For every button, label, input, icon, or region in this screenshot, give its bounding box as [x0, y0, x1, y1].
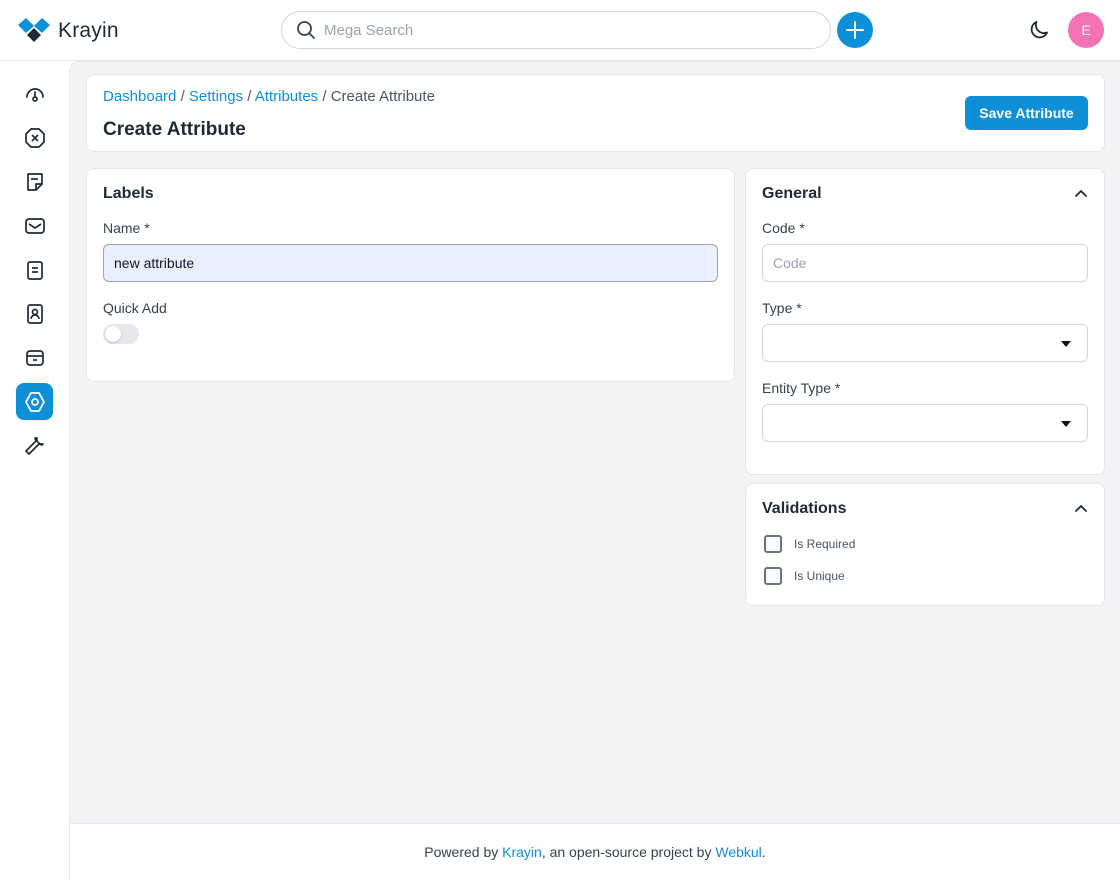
- sidebar-item-quotes[interactable]: [16, 163, 53, 200]
- moon-icon: [1030, 21, 1048, 39]
- page-header: Dashboard / Settings / Attributes / Crea…: [86, 74, 1105, 152]
- search-input[interactable]: [324, 21, 804, 39]
- breadcrumb-separator: /: [180, 88, 185, 105]
- mega-search[interactable]: [281, 11, 831, 49]
- user-avatar[interactable]: E: [1068, 12, 1104, 48]
- footer: Powered by Krayin, an open-source projec…: [69, 823, 1120, 880]
- type-select[interactable]: [762, 324, 1088, 362]
- sidebar-item-mail[interactable]: [16, 207, 53, 244]
- wrench-icon: [24, 436, 44, 455]
- quick-add-toggle[interactable]: [103, 324, 139, 344]
- app-logo[interactable]: Krayin: [18, 18, 119, 44]
- footer-prefix: Powered by: [424, 844, 499, 860]
- entity-type-label: Entity Type *: [762, 380, 841, 396]
- quotes-icon: [26, 172, 43, 191]
- general-title: General: [762, 185, 822, 202]
- sidebar-item-configuration[interactable]: [16, 427, 53, 464]
- leads-icon: [24, 127, 45, 148]
- products-icon: [25, 349, 44, 366]
- sidebar: [0, 61, 70, 880]
- avatar-initial: E: [1081, 22, 1091, 38]
- footer-middle: , an open-source project by: [541, 844, 712, 860]
- page-title: Create Attribute: [103, 119, 246, 140]
- footer-webkul-link[interactable]: Webkul: [715, 844, 761, 860]
- footer-suffix: .: [761, 844, 766, 860]
- footer-krayin-link[interactable]: Krayin: [502, 844, 542, 860]
- entity-type-select[interactable]: [762, 404, 1088, 442]
- validations-title: Validations: [762, 500, 847, 517]
- breadcrumb-current: Create Attribute: [330, 88, 435, 105]
- dashboard-icon: [25, 87, 44, 102]
- quick-add-label: Quick Add: [103, 300, 167, 316]
- caret-down-icon: [1061, 421, 1071, 427]
- breadcrumb: Dashboard / Settings / Attributes / Crea…: [103, 88, 435, 105]
- settings-icon: [24, 391, 45, 412]
- save-attribute-button[interactable]: Save Attribute: [965, 96, 1088, 130]
- plus-icon: [846, 21, 864, 39]
- is-required-row[interactable]: Is Required: [764, 535, 855, 553]
- sidebar-item-leads[interactable]: [16, 119, 53, 156]
- validations-panel: Validations Is Required Is Unique: [745, 483, 1105, 606]
- chevron-up-icon[interactable]: [1074, 188, 1088, 198]
- general-panel: General Code * Type * Entity Type *: [745, 168, 1105, 475]
- chevron-up-icon[interactable]: [1074, 503, 1088, 513]
- labels-panel: Labels Name * Quick Add: [86, 168, 735, 382]
- is-unique-label: Is Unique: [794, 569, 845, 583]
- is-required-label: Is Required: [794, 537, 856, 551]
- is-required-checkbox[interactable]: [764, 535, 782, 553]
- breadcrumb-attributes[interactable]: Attributes: [255, 88, 318, 105]
- caret-down-icon: [1061, 341, 1071, 347]
- app-name: Krayin: [58, 19, 119, 42]
- labels-title: Labels: [103, 185, 154, 202]
- krayin-logo-icon: [18, 18, 50, 42]
- breadcrumb-settings[interactable]: Settings: [189, 88, 243, 105]
- name-input[interactable]: [103, 244, 718, 282]
- code-label: Code *: [762, 220, 805, 236]
- mail-icon: [24, 217, 45, 234]
- sidebar-item-activities[interactable]: [16, 251, 53, 288]
- breadcrumb-dashboard[interactable]: Dashboard: [103, 88, 176, 105]
- search-icon: [297, 21, 315, 39]
- sidebar-item-products[interactable]: [16, 339, 53, 376]
- sidebar-item-contacts[interactable]: [16, 295, 53, 332]
- activities-icon: [26, 260, 43, 280]
- is-unique-checkbox[interactable]: [764, 567, 782, 585]
- contacts-icon: [26, 303, 43, 324]
- sidebar-item-dashboard[interactable]: [16, 75, 53, 112]
- name-label: Name *: [103, 220, 150, 236]
- type-label: Type *: [762, 300, 802, 316]
- toggle-knob: [105, 326, 121, 342]
- sidebar-item-settings[interactable]: [16, 383, 53, 420]
- is-unique-row[interactable]: Is Unique: [764, 567, 845, 585]
- dark-mode-toggle[interactable]: [1027, 18, 1051, 47]
- main-content: Dashboard / Settings / Attributes / Crea…: [69, 61, 1120, 823]
- breadcrumb-separator: /: [322, 88, 327, 105]
- top-bar: Krayin E: [0, 0, 1120, 61]
- quick-create-button[interactable]: [837, 12, 873, 48]
- code-input[interactable]: [762, 244, 1088, 282]
- breadcrumb-separator: /: [247, 88, 252, 105]
